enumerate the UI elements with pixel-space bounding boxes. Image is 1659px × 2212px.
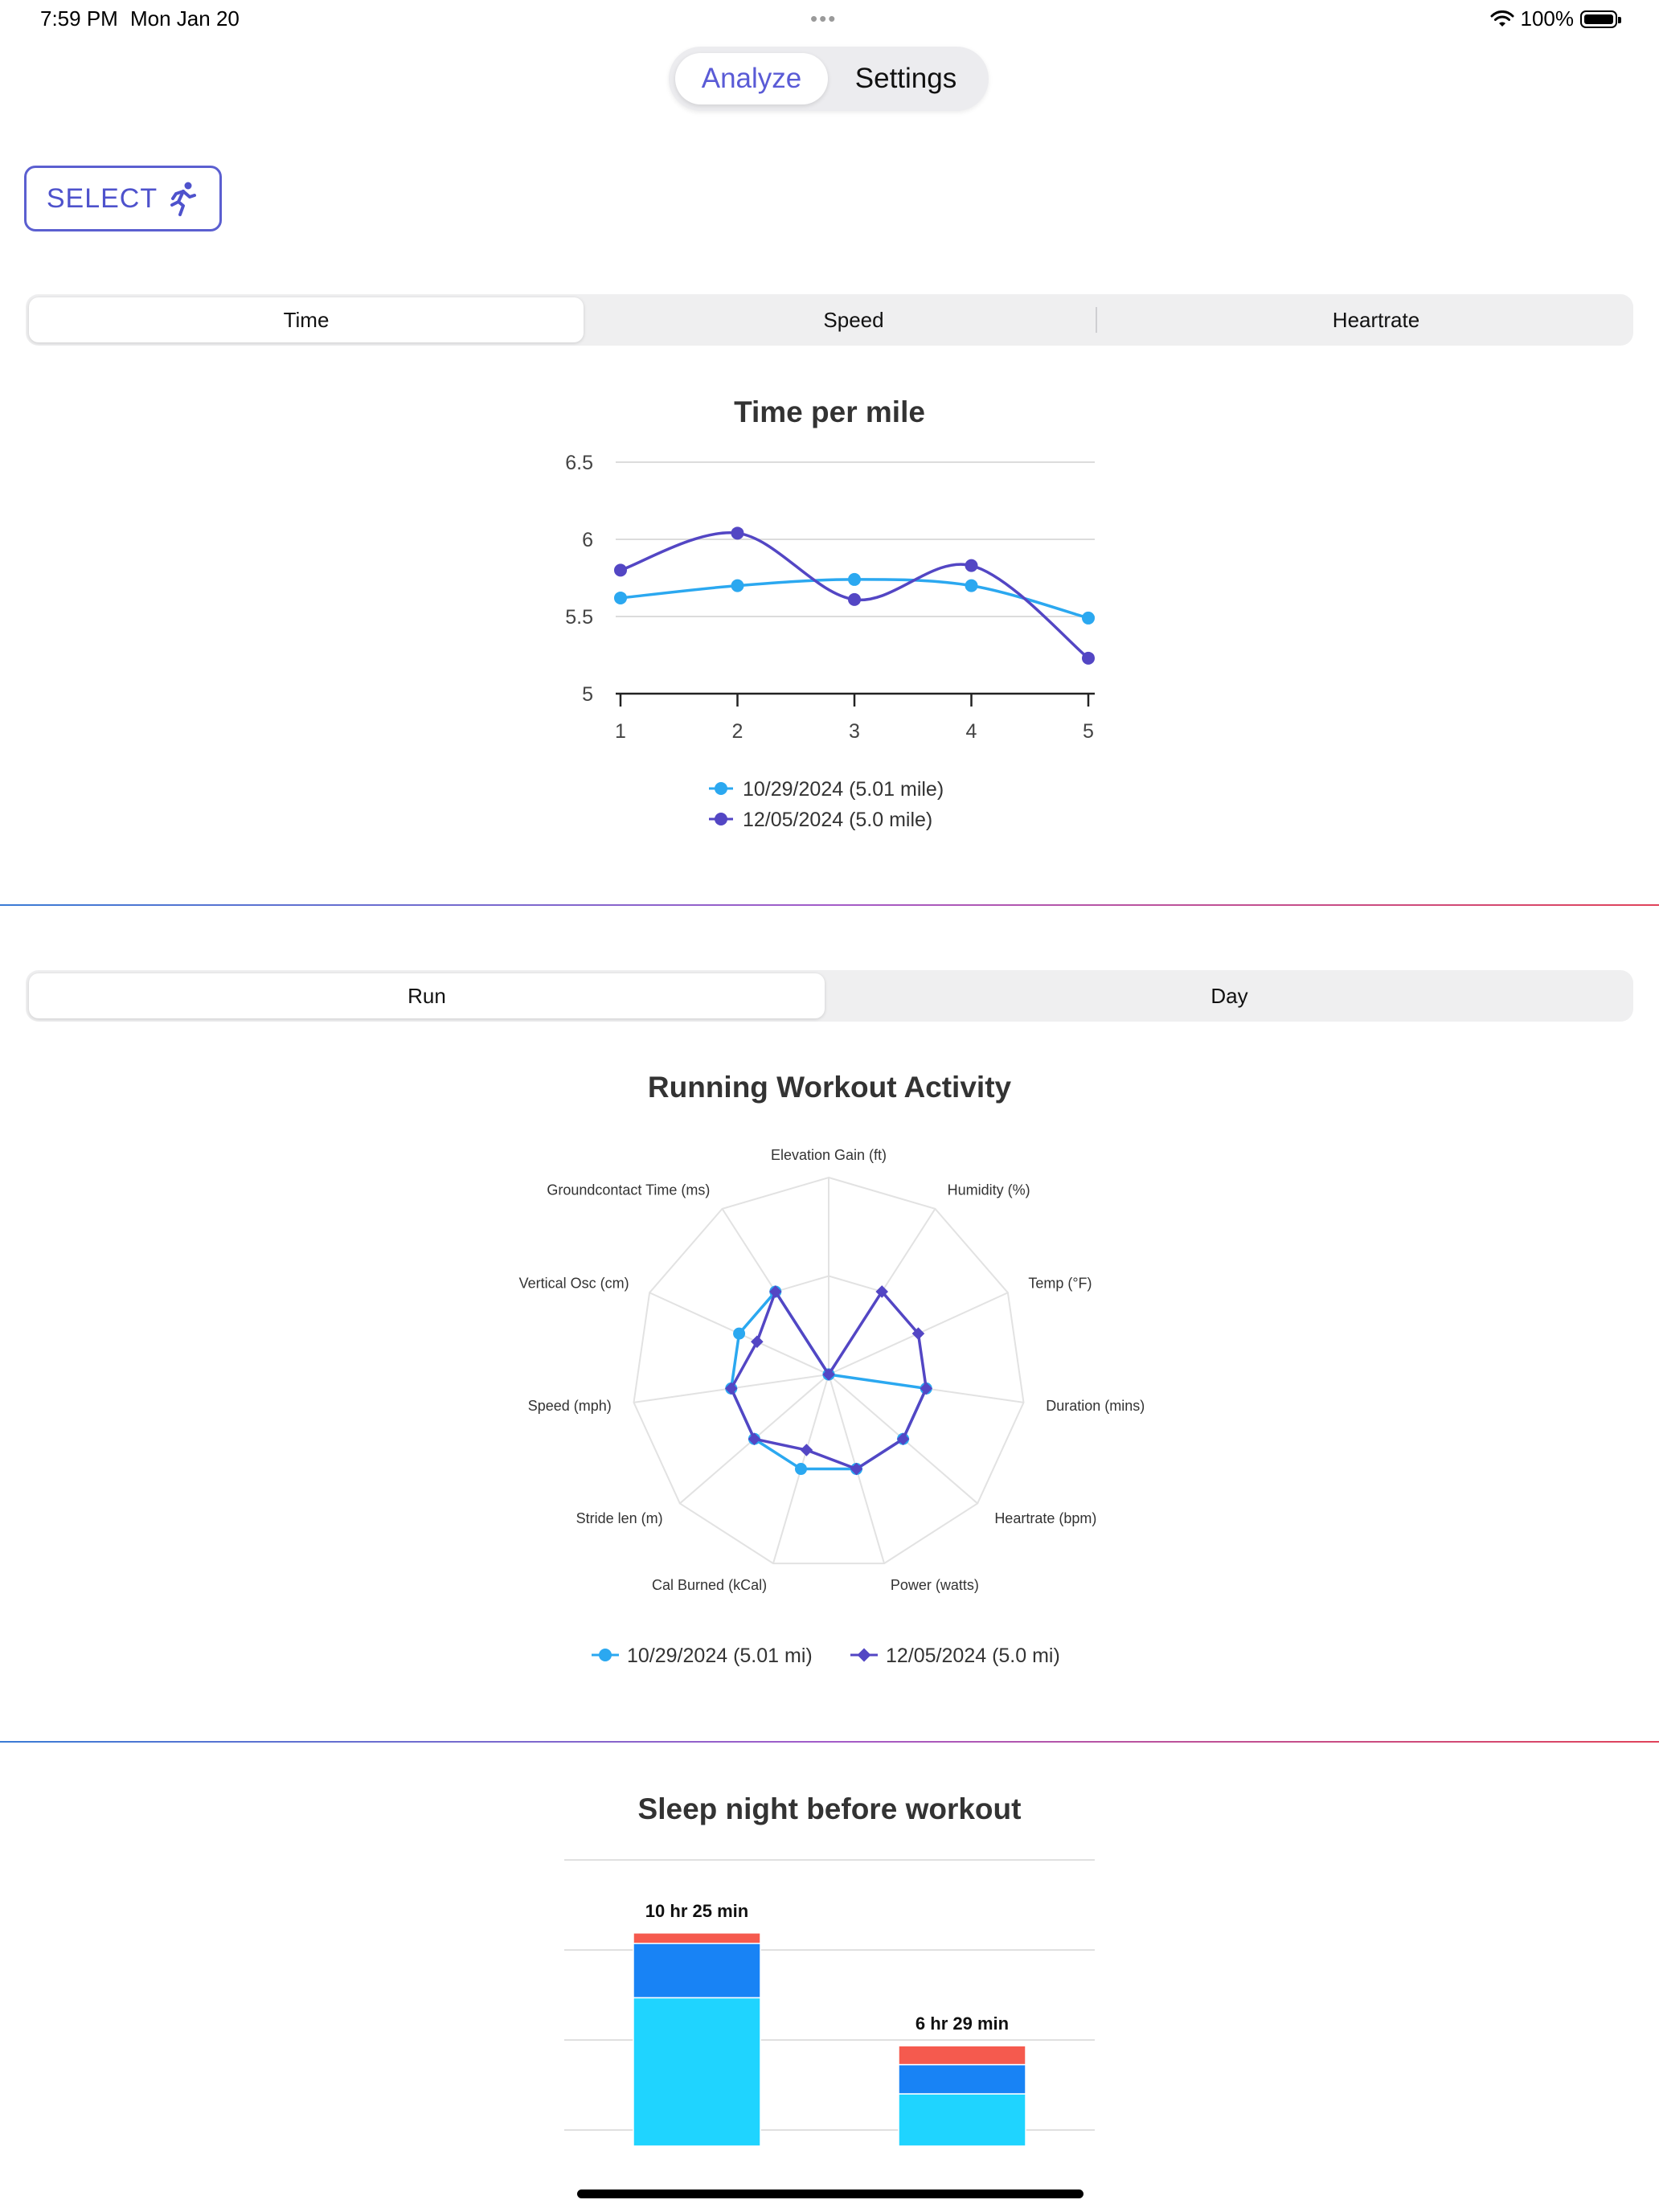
x-tick-label: 4 — [966, 720, 977, 743]
line-chart: 5 5.5 6 6.5 1 2 3 4 5 10/29/2024 (5.01 mile) 12/05… — [565, 452, 1095, 831]
segment-day[interactable]: Day — [830, 973, 1629, 1018]
radar-axis-label: Stride len (m) — [576, 1510, 663, 1526]
radar-axis-label: Vertical Osc (cm) — [519, 1276, 629, 1292]
radar-axis-label: Heartrate (bpm) — [994, 1510, 1096, 1526]
segment-time[interactable]: Time — [29, 297, 584, 342]
radar-chart: Elevation Gain (ft) Humidity (%) Temp (°F)… — [519, 1147, 1145, 1667]
bar-segment[interactable] — [898, 2045, 1026, 2066]
sleep-bar-chart: 10 hr 25 min 6 hr 29 min — [564, 1859, 1095, 2147]
bar-chart-title: Sleep night before workout — [637, 1792, 1022, 1825]
metric-segmented-control: Time Speed Heartrate — [26, 294, 1633, 346]
bar-segment[interactable] — [898, 2063, 1026, 2095]
data-point[interactable] — [848, 592, 861, 606]
data-point[interactable] — [731, 526, 744, 540]
status-time: 7:59 PM — [40, 6, 118, 31]
legend-label[interactable]: 12/05/2024 (5.0 mile) — [743, 809, 932, 831]
bar-segment[interactable] — [633, 1932, 761, 1944]
running-figure-icon — [170, 182, 197, 216]
top-tab-switcher: Analyze Settings — [669, 47, 989, 111]
wifi-icon — [1490, 10, 1514, 27]
radar-point[interactable] — [724, 1382, 738, 1395]
radar-point[interactable] — [733, 1327, 746, 1340]
bar-segment[interactable] — [633, 1997, 761, 2147]
legend-marker — [715, 782, 727, 795]
x-tick-label: 3 — [849, 720, 860, 743]
y-tick-label: 5 — [582, 683, 593, 706]
y-tick-label: 5.5 — [565, 606, 593, 629]
segment-speed[interactable]: Speed — [588, 297, 1119, 342]
legend-marker — [857, 1648, 871, 1662]
y-tick-label: 6 — [582, 529, 593, 551]
select-button-label: SELECT — [46, 182, 158, 214]
tab-settings[interactable]: Settings — [830, 53, 982, 104]
x-tick-label: 5 — [1083, 720, 1094, 743]
battery-icon — [1580, 10, 1621, 28]
legend-label[interactable]: 12/05/2024 (5.0 mi) — [886, 1645, 1060, 1667]
multitasking-dots-icon[interactable]: ••• — [810, 6, 837, 31]
radar-chart-title: Running Workout Activity — [647, 1071, 1012, 1104]
data-point[interactable] — [614, 563, 627, 577]
radar-point[interactable] — [751, 1335, 764, 1349]
legend-label[interactable]: 10/29/2024 (5.01 mile) — [743, 778, 944, 801]
radar-axis-label: Cal Burned (kCal) — [652, 1577, 767, 1593]
radar-point[interactable] — [800, 1444, 813, 1456]
data-point[interactable] — [614, 591, 627, 604]
data-point[interactable] — [731, 579, 744, 592]
segment-heartrate[interactable]: Heartrate — [1123, 297, 1629, 342]
section-divider-2 — [0, 1741, 1659, 1743]
data-point[interactable] — [1082, 651, 1095, 665]
bar-total-label: 10 hr 25 min — [645, 1901, 748, 1921]
y-tick-label: 6.5 — [565, 452, 593, 474]
radar-axis-label: Elevation Gain (ft) — [771, 1147, 887, 1163]
data-point[interactable] — [1082, 611, 1095, 625]
bar-segment[interactable] — [633, 1943, 761, 1999]
line-chart-title: Time per mile — [734, 395, 925, 428]
status-right: 100% — [1490, 6, 1621, 31]
segment-run[interactable]: Run — [29, 973, 825, 1018]
radar-point[interactable] — [920, 1382, 933, 1395]
radar-point[interactable] — [794, 1463, 807, 1476]
bar-total-label: 6 hr 29 min — [916, 2013, 1009, 2034]
mode-segmented-control: Run Day — [26, 970, 1633, 1022]
segment-divider — [1096, 307, 1097, 333]
home-indicator[interactable] — [577, 2189, 1083, 2198]
radar-axis-label: Duration (mins) — [1046, 1398, 1145, 1414]
legend-label[interactable]: 10/29/2024 (5.01 mi) — [627, 1645, 813, 1667]
x-tick-label: 2 — [732, 720, 743, 743]
legend-marker — [599, 1649, 612, 1661]
radar-axis-label: Temp (°F) — [1028, 1276, 1092, 1292]
data-point[interactable] — [965, 579, 978, 592]
section-divider — [0, 904, 1659, 906]
radar-axis-label: Power (watts) — [891, 1577, 979, 1593]
radar-axis-label: Groundcontact Time (ms) — [547, 1182, 710, 1198]
bar-segment[interactable] — [898, 2093, 1026, 2147]
data-point[interactable] — [965, 559, 978, 572]
data-point[interactable] — [848, 572, 861, 586]
tab-analyze[interactable]: Analyze — [675, 53, 828, 104]
legend-marker — [715, 813, 727, 825]
radar-axis-label: Speed (mph) — [528, 1398, 612, 1414]
radar-axis-label: Humidity (%) — [948, 1182, 1030, 1198]
battery-percent: 100% — [1520, 6, 1575, 31]
x-tick-label: 1 — [615, 720, 626, 743]
select-workout-button[interactable]: SELECT — [24, 166, 222, 231]
status-date: Mon Jan 20 — [130, 6, 240, 31]
